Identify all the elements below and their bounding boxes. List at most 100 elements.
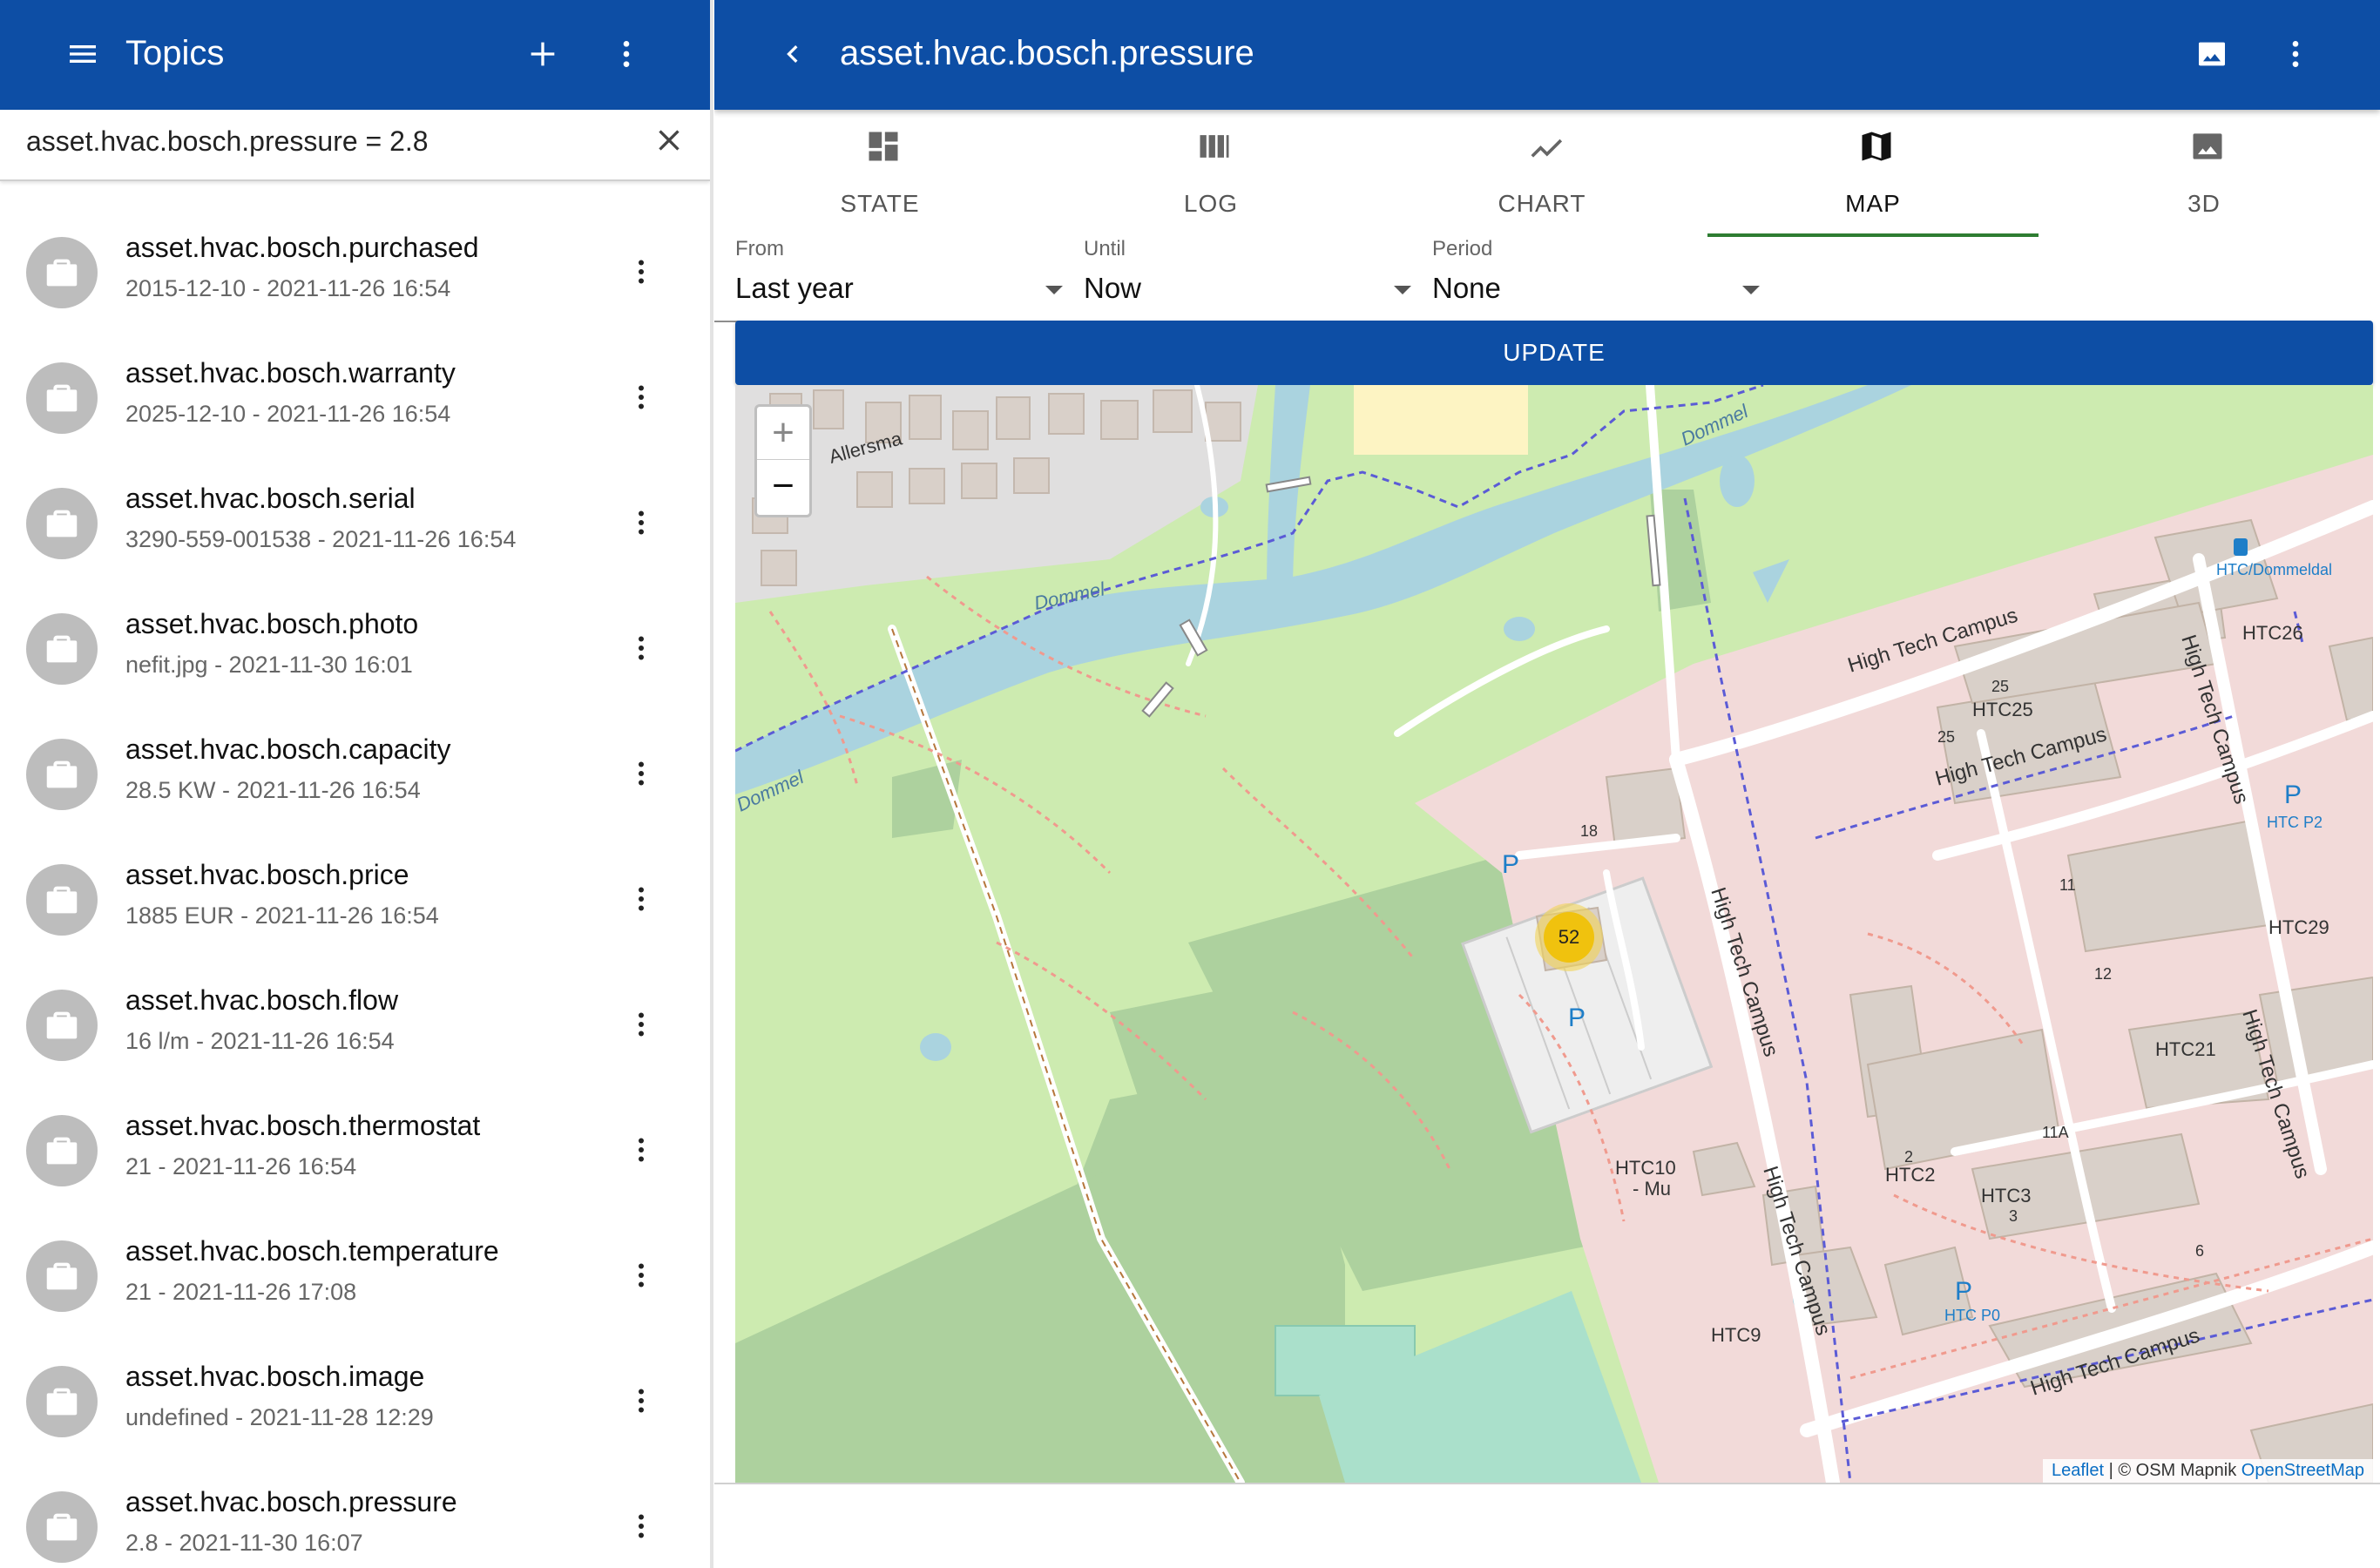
- tab-label: 3D: [2187, 190, 2221, 217]
- item-more-button[interactable]: [620, 1125, 662, 1174]
- more-vert-icon: [639, 1012, 644, 1037]
- item-more-button[interactable]: [620, 373, 662, 422]
- list-item[interactable]: asset.hvac.bosch.serial 3290-559-001538 …: [0, 460, 710, 585]
- item-more-button[interactable]: [620, 875, 662, 923]
- openstreetmap-link[interactable]: OpenStreetMap: [2241, 1461, 2364, 1480]
- list-item[interactable]: asset.hvac.bosch.pressure 2.8 - 2021-11-…: [0, 1463, 710, 1568]
- building-label: - Mu: [1633, 1178, 1671, 1200]
- divider: [714, 1483, 2380, 1484]
- list-item[interactable]: asset.hvac.bosch.capacity 28.5 KW - 2021…: [0, 711, 710, 836]
- building-label: HTC29: [2268, 916, 2329, 938]
- topic-detail: nefit.jpg - 2021-11-30 16:01: [125, 652, 413, 678]
- dropdown-arrow-icon: [1742, 286, 1760, 294]
- list-item[interactable]: asset.hvac.bosch.purchased 2015-12-10 - …: [0, 209, 710, 335]
- topic-detail: 21 - 2021-11-26 17:08: [125, 1279, 357, 1305]
- avatar: [26, 488, 98, 559]
- item-more-button[interactable]: [620, 1376, 662, 1425]
- tab-log[interactable]: LOG: [1045, 110, 1376, 237]
- list-item[interactable]: asset.hvac.bosch.photo nefit.jpg - 2021-…: [0, 585, 710, 711]
- briefcase-icon: [46, 259, 78, 287]
- avatar: [26, 990, 98, 1061]
- parking-label: HTC P0: [1944, 1307, 2000, 1324]
- close-icon: [659, 130, 680, 151]
- tab-3d[interactable]: 3D: [2039, 110, 2370, 237]
- zoom-out-button[interactable]: −: [757, 459, 809, 512]
- plus-icon: [531, 42, 555, 66]
- list-item[interactable]: asset.hvac.bosch.thermostat 21 - 2021-11…: [0, 1087, 710, 1213]
- chart-line-icon: [1531, 139, 1563, 158]
- search-input[interactable]: [26, 117, 636, 166]
- building-label: HTC21: [2155, 1038, 2216, 1060]
- more-vert-icon: [2292, 41, 2299, 67]
- item-more-button[interactable]: [620, 247, 662, 296]
- detail-app-bar: asset.hvac.bosch.pressure: [714, 0, 2380, 110]
- more-vert-icon: [639, 1514, 644, 1538]
- avatar: [26, 1491, 98, 1563]
- tab-state[interactable]: STATE: [714, 110, 1045, 237]
- building-label: HTC10: [1615, 1157, 1676, 1179]
- parking-label: HTC P2: [2267, 814, 2323, 831]
- tab-label: MAP: [1845, 190, 1901, 217]
- from-label: From: [735, 237, 784, 260]
- clear-search-button[interactable]: [647, 118, 691, 162]
- more-vert-icon: [639, 887, 644, 911]
- image-icon: [2199, 42, 2225, 66]
- dashboard-icon: [869, 132, 898, 161]
- briefcase-icon: [46, 1137, 78, 1165]
- avatar: [26, 1366, 98, 1437]
- list-item[interactable]: asset.hvac.bosch.price 1885 EUR - 2021-1…: [0, 836, 710, 962]
- dropdown-arrow-icon: [1394, 286, 1411, 294]
- period-select[interactable]: Period None: [1411, 237, 1760, 322]
- topics-more-button[interactable]: [603, 30, 650, 78]
- more-vert-icon: [639, 260, 644, 284]
- image-button[interactable]: [2188, 30, 2235, 78]
- item-more-button[interactable]: [620, 624, 662, 672]
- from-select[interactable]: From Last year: [714, 237, 1063, 322]
- update-button[interactable]: UPDATE: [735, 321, 2373, 385]
- topic-detail-panel: asset.hvac.bosch.pressure STATE LOG CHAR…: [714, 0, 2380, 1568]
- tab-chart[interactable]: CHART: [1376, 110, 1707, 237]
- topic-name: asset.hvac.bosch.thermostat: [125, 1110, 481, 1141]
- item-more-button[interactable]: [620, 749, 662, 798]
- list-item[interactable]: asset.hvac.bosch.temperature 21 - 2021-1…: [0, 1213, 710, 1338]
- until-select[interactable]: Until Now: [1063, 237, 1411, 322]
- back-button[interactable]: [768, 30, 815, 78]
- item-more-button[interactable]: [620, 498, 662, 547]
- avatar: [26, 362, 98, 434]
- zoom-in-button[interactable]: +: [757, 407, 809, 459]
- topic-detail: 21 - 2021-11-26 16:54: [125, 1153, 357, 1179]
- topic-detail: 2025-12-10 - 2021-11-26 16:54: [125, 401, 451, 427]
- marker-cluster[interactable]: 52: [1535, 903, 1603, 971]
- image-icon: [2193, 133, 2222, 159]
- parking-icon: P: [1568, 1004, 1586, 1032]
- detail-more-button[interactable]: [2272, 30, 2319, 78]
- item-more-button[interactable]: [620, 1000, 662, 1049]
- leaflet-link[interactable]: Leaflet: [2052, 1461, 2104, 1480]
- list-item[interactable]: asset.hvac.bosch.warranty 2025-12-10 - 2…: [0, 335, 710, 460]
- parking-icon: P: [1955, 1277, 1972, 1306]
- parking-icon: P: [1502, 850, 1519, 879]
- topics-app-bar: Topics: [0, 0, 710, 110]
- hamburger-menu-icon: [70, 45, 96, 63]
- building-label: 6: [2195, 1242, 2204, 1260]
- more-vert-icon: [639, 385, 644, 409]
- tab-map[interactable]: MAP: [1707, 110, 2039, 237]
- topic-name: asset.hvac.bosch.photo: [125, 608, 419, 639]
- topic-name: asset.hvac.bosch.image: [125, 1361, 425, 1392]
- map-view[interactable]: Allersma Dommel Dommel Dommel High Tech …: [735, 385, 2373, 1483]
- list-item[interactable]: asset.hvac.bosch.flow 16 l/m - 2021-11-2…: [0, 962, 710, 1087]
- more-vert-icon: [639, 1138, 644, 1162]
- avatar: [26, 1115, 98, 1186]
- tab-label: LOG: [1183, 190, 1239, 217]
- menu-button[interactable]: [59, 30, 106, 78]
- item-more-button[interactable]: [620, 1251, 662, 1300]
- avatar: [26, 613, 98, 685]
- topic-name: asset.hvac.bosch.price: [125, 859, 409, 890]
- briefcase-icon: [46, 635, 78, 663]
- map-icon: [1862, 132, 1891, 161]
- add-topic-button[interactable]: [519, 30, 566, 78]
- item-more-button[interactable]: [620, 1502, 662, 1551]
- topic-name: asset.hvac.bosch.temperature: [125, 1235, 499, 1267]
- list-item[interactable]: asset.hvac.bosch.image undefined - 2021-…: [0, 1338, 710, 1463]
- view-tabs: STATE LOG CHART MAP 3D: [714, 110, 2380, 237]
